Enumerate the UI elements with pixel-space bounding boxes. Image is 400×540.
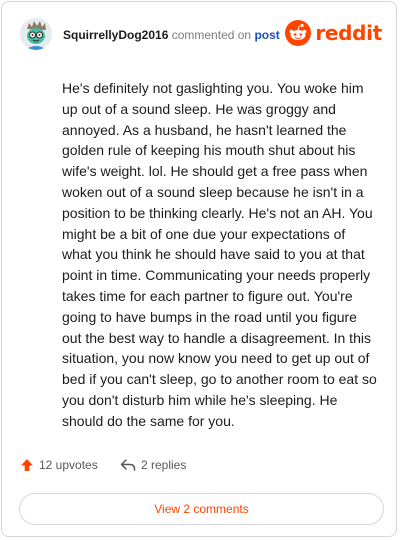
comment-footer: 12 upvotes 2 replies [20, 458, 382, 480]
avatar-icon [20, 18, 52, 50]
upvote-button[interactable]: 12 upvotes [20, 458, 98, 472]
username-link[interactable]: SquirrellyDog2016 [63, 28, 168, 42]
view-comments-label: View 2 comments [154, 502, 249, 516]
comment-card: SquirrellyDog2016 commented on post redd… [1, 1, 397, 537]
reddit-wordmark: reddit [315, 21, 382, 45]
view-comments-button[interactable]: View 2 comments [19, 493, 384, 525]
comment-header: SquirrellyDog2016 commented on post redd… [20, 18, 382, 52]
upvote-arrow-icon [21, 459, 33, 471]
post-link[interactable]: post [254, 28, 279, 42]
comment-body: He's definitely not gaslighting you. You… [62, 80, 377, 429]
reddit-snoo-icon [285, 20, 312, 46]
reply-arrow-icon [120, 459, 136, 471]
upvote-count: 12 upvotes [39, 458, 98, 472]
replies-button[interactable]: 2 replies [120, 458, 186, 472]
comment-byline: SquirrellyDog2016 commented on post [63, 28, 280, 42]
commented-on-text: commented on [171, 28, 252, 42]
avatar[interactable] [20, 18, 52, 50]
reply-count: 2 replies [141, 458, 187, 472]
reddit-logo[interactable]: reddit [285, 20, 382, 46]
